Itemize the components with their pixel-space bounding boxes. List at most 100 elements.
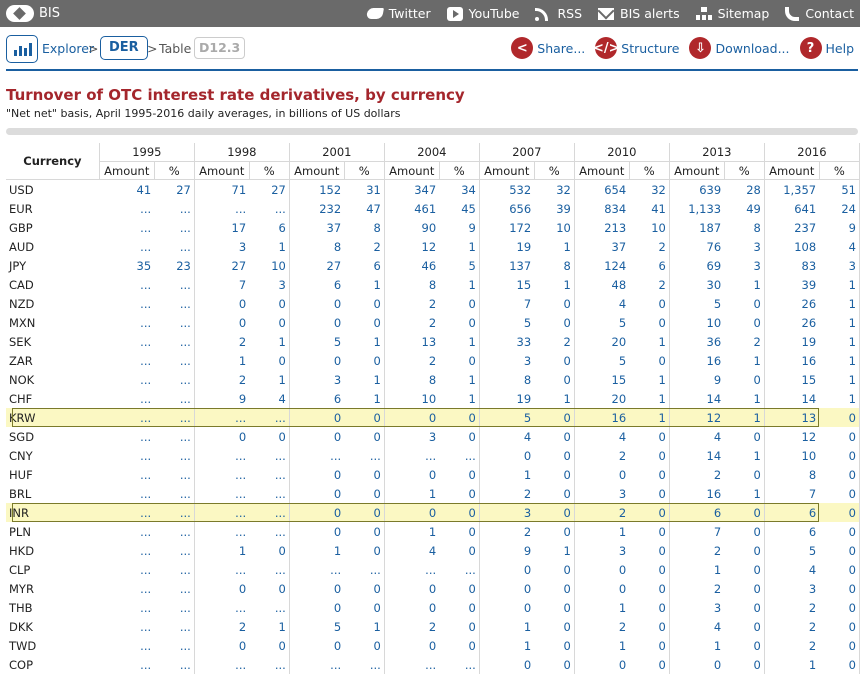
- table-row[interactable]: BRL............ 0 0 1 0 2 0 3 0 16 1 7 0: [6, 484, 860, 503]
- currency-cell[interactable]: NZD: [6, 294, 99, 313]
- percent-cell: 1: [819, 332, 860, 351]
- currency-cell[interactable]: HUF: [6, 465, 99, 484]
- amount-cell: ...: [194, 408, 250, 427]
- percent-cell: 0: [344, 465, 385, 484]
- table-row[interactable]: COP........................ 0 0 0 0 0 0 1 0: [6, 655, 860, 674]
- percent-cell: 32: [534, 179, 575, 199]
- bis-alerts-link[interactable]: BIS alerts: [598, 6, 680, 21]
- percent-header: %: [534, 161, 575, 180]
- year-header[interactable]: 1995: [99, 143, 195, 162]
- currency-cell[interactable]: PLN: [6, 522, 99, 541]
- year-header[interactable]: 2016: [764, 143, 860, 162]
- table-row[interactable]: TWD...... 0 0 0 0 0 0 1 0 1 0 1 0 2 0: [6, 636, 860, 655]
- download-button[interactable]: ⇩ Download...: [689, 37, 790, 59]
- currency-cell[interactable]: GBP: [6, 218, 99, 237]
- table-row[interactable]: HUF............ 0 0 0 0 1 0 0 0 2 0 8 0: [6, 465, 860, 484]
- currency-cell[interactable]: CLP: [6, 560, 99, 579]
- table-row[interactable]: SGD...... 0 0 0 0 3 0 4 0 4 0 4 0 12 0: [6, 427, 860, 446]
- currency-cell[interactable]: MYR: [6, 579, 99, 598]
- currency-header[interactable]: Currency: [6, 143, 100, 180]
- help-button[interactable]: ? Help: [799, 37, 854, 59]
- table-row[interactable]: KRW............ 0 0 0 0 5 0 16 1 12 1 13 0: [6, 408, 860, 427]
- currency-cell[interactable]: AUD: [6, 237, 99, 256]
- amount-cell: 13: [764, 408, 820, 427]
- table-row[interactable]: CLP........................ 0 0 0 0 1 0 4 0: [6, 560, 860, 579]
- percent-cell: 0: [724, 313, 765, 332]
- table-row[interactable]: USD 41 27 71 27 152 31 347 34 532 32 654 32 639 28 1,35…: [6, 179, 860, 200]
- amount-cell: ...: [235, 524, 247, 539]
- table-row[interactable]: SEK...... 2 1 5 1 13 1 33 2 20 1 36 2 19 1: [6, 332, 860, 351]
- table-row[interactable]: MXN...... 0 0 0 0 2 0 5 0 5 0 10 0 26 1: [6, 313, 860, 332]
- table-row[interactable]: DKK...... 2 1 5 1 2 0 1 0 2 0 4 0 2 0: [6, 617, 860, 636]
- table-row[interactable]: NOK...... 2 1 3 1 8 1 8 0 15 1 9 0 15 1: [6, 370, 860, 389]
- amount-cell: 12: [669, 408, 725, 427]
- percent-cell: 39: [534, 199, 575, 218]
- amount-cell: ...: [140, 201, 152, 216]
- amount-cell: 46: [421, 258, 437, 273]
- currency-cell[interactable]: HKD: [6, 541, 99, 560]
- amount-cell: 8: [808, 467, 817, 482]
- amount-cell: 6: [764, 503, 820, 522]
- breadcrumb-der[interactable]: DER: [100, 36, 148, 60]
- currency-cell[interactable]: SEK: [6, 332, 99, 351]
- contact-link[interactable]: Contact: [785, 6, 854, 21]
- currency-cell[interactable]: EUR: [6, 199, 99, 218]
- currency-cell[interactable]: COP: [6, 655, 99, 674]
- table-row[interactable]: JPY 35 23 27 10 27 6 46 5 137 8 124 6 69 3 83 3: [6, 256, 860, 275]
- amount-cell: 0: [428, 467, 437, 482]
- currency-cell[interactable]: BRL: [6, 484, 99, 503]
- year-header[interactable]: 2010: [574, 143, 670, 162]
- currency-cell[interactable]: DKK: [6, 617, 99, 636]
- amount-cell: 2: [713, 467, 722, 482]
- structure-button[interactable]: </> Structure: [593, 37, 679, 59]
- table-row[interactable]: GBP...... 17 6 37 8 90 9 172 10 213 10 187 8 237 9: [6, 218, 860, 237]
- currency-cell[interactable]: ZAR: [6, 351, 99, 370]
- currency-cell[interactable]: INR: [6, 503, 100, 522]
- table-row[interactable]: CNY........................ 0 0 2 0 14 1 10 0: [6, 446, 860, 465]
- youtube-link[interactable]: YouTube: [446, 6, 519, 21]
- currency-cell[interactable]: USD: [6, 180, 99, 200]
- table-row[interactable]: AUD...... 3 1 8 2 12 1 19 1 37 2 76 3 108 4: [6, 237, 860, 256]
- horizontal-scrollbar[interactable]: [6, 128, 858, 135]
- currency-cell[interactable]: JPY: [6, 256, 99, 275]
- table-row[interactable]: ZAR...... 1 0 0 0 2 0 3 0 5 0 16 1 16 1: [6, 351, 860, 370]
- table-row[interactable]: CHF...... 9 4 6 1 10 1 19 1 20 1 14 1 14 1: [6, 389, 860, 408]
- amount-cell: 71: [231, 182, 247, 197]
- share-button[interactable]: < Share...: [511, 37, 585, 59]
- amount-cell: 0: [238, 429, 247, 444]
- table-row[interactable]: HKD...... 1 0 1 0 4 0 9 1 3 0 2 0 5 0: [6, 541, 860, 560]
- amount-cell: 26: [801, 296, 817, 311]
- currency-cell[interactable]: KRW: [6, 408, 100, 427]
- amount-cell: 0: [333, 638, 342, 653]
- twitter-link[interactable]: Twitter: [365, 6, 431, 21]
- table-row[interactable]: CAD...... 7 3 6 1 8 1 15 1 48 2 30 1 39 1: [6, 275, 860, 294]
- table-row[interactable]: INR............ 0 0 0 0 3 0 2 0 6 0 6 0: [6, 503, 860, 522]
- table-row[interactable]: EUR............ 232 47 461 45 656 39 834 41 1,133…: [6, 199, 860, 218]
- percent-cell: ...: [154, 522, 195, 541]
- sitemap-link[interactable]: Sitemap: [695, 6, 769, 21]
- year-header[interactable]: 1998: [194, 143, 290, 162]
- table-row[interactable]: PLN............ 0 0 1 0 2 0 1 0 7 0 6 0: [6, 522, 860, 541]
- amount-cell: 1: [238, 543, 247, 558]
- currency-cell[interactable]: NOK: [6, 370, 99, 389]
- table-row[interactable]: THB............ 0 0 0 0 0 0 1 0 3 0 2 0: [6, 598, 860, 617]
- rss-link[interactable]: RSS: [535, 6, 582, 21]
- year-header[interactable]: 2013: [669, 143, 765, 162]
- currency-cell[interactable]: MXN: [6, 313, 99, 332]
- year-header[interactable]: 2001: [289, 143, 385, 162]
- amount-cell: 20: [611, 391, 627, 406]
- currency-cell[interactable]: TWD: [6, 636, 99, 655]
- explorer-home-button[interactable]: [6, 35, 38, 63]
- amount-cell: ...: [194, 503, 250, 522]
- breadcrumb-explorer[interactable]: Explorer: [42, 41, 94, 56]
- currency-cell[interactable]: CNY: [6, 446, 99, 465]
- currency-cell[interactable]: CAD: [6, 275, 99, 294]
- currency-cell[interactable]: CHF: [6, 389, 99, 408]
- bis-logo[interactable]: BIS: [6, 4, 60, 23]
- year-header[interactable]: 2007: [479, 143, 575, 162]
- table-row[interactable]: MYR...... 0 0 0 0 0 0 0 0 0 0 2 0 3 0: [6, 579, 860, 598]
- currency-cell[interactable]: SGD: [6, 427, 99, 446]
- table-row[interactable]: NZD...... 0 0 0 0 2 0 7 0 4 0 5 0 26 1: [6, 294, 860, 313]
- year-header[interactable]: 2004: [384, 143, 480, 162]
- currency-cell[interactable]: THB: [6, 598, 99, 617]
